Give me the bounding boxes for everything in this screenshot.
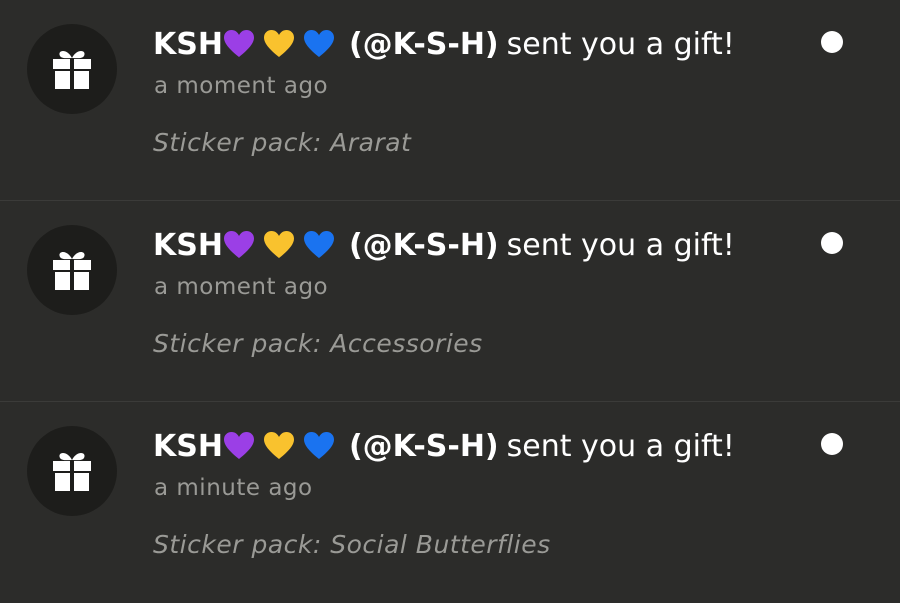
blue-heart-icon [303,30,334,57]
notification-time: a minute ago [154,475,313,501]
notification-detail: Sticker pack: Accessories [153,329,483,358]
notification-action-text: sent you a gift! [506,228,735,263]
gift-icon [53,252,91,290]
notification-title: KSH (@K-S-H) sent you a gift! [153,427,735,467]
yellow-heart-icon [263,432,294,459]
purple-heart-icon [223,432,254,459]
unread-indicator [821,232,843,254]
gift-avatar [27,426,117,516]
notification-action-text: sent you a gift! [506,429,735,464]
sender-name: KSH [153,27,223,62]
blue-heart-icon [303,231,334,258]
notification-item[interactable]: KSH (@K-S-H) sent you a gift! a moment ago… [0,0,900,201]
notification-title: KSH (@K-S-H) sent you a gift! [153,226,735,266]
hearts-group [223,226,335,266]
sender-handle[interactable]: (@K-S-H) [349,228,499,263]
notification-time: a moment ago [154,73,329,99]
sender-handle[interactable]: (@K-S-H) [349,429,499,464]
hearts-group [223,427,335,467]
notification-list: KSH (@K-S-H) sent you a gift! a moment ago… [0,0,900,584]
yellow-heart-icon [263,231,294,258]
notification-action-text: sent you a gift! [506,27,735,62]
sender-handle[interactable]: (@K-S-H) [349,27,499,62]
notification-item[interactable]: KSH (@K-S-H) sent you a gift! a minute ago… [0,402,900,603]
gift-avatar [27,24,117,114]
gift-avatar [27,225,117,315]
gift-icon [53,453,91,491]
notification-time: a moment ago [154,274,329,300]
purple-heart-icon [223,231,254,258]
sender-name: KSH [153,228,223,263]
purple-heart-icon [223,30,254,57]
notification-item[interactable]: KSH (@K-S-H) sent you a gift! a moment ago… [0,201,900,402]
sender-name: KSH [153,429,223,464]
notification-title: KSH (@K-S-H) sent you a gift! [153,25,735,65]
notification-detail: Sticker pack: Ararat [153,128,412,157]
blue-heart-icon [303,432,334,459]
gift-icon [53,51,91,89]
notification-detail: Sticker pack: Social Butterflies [153,530,551,559]
hearts-group [223,25,335,65]
unread-indicator [821,433,843,455]
unread-indicator [821,31,843,53]
yellow-heart-icon [263,30,294,57]
